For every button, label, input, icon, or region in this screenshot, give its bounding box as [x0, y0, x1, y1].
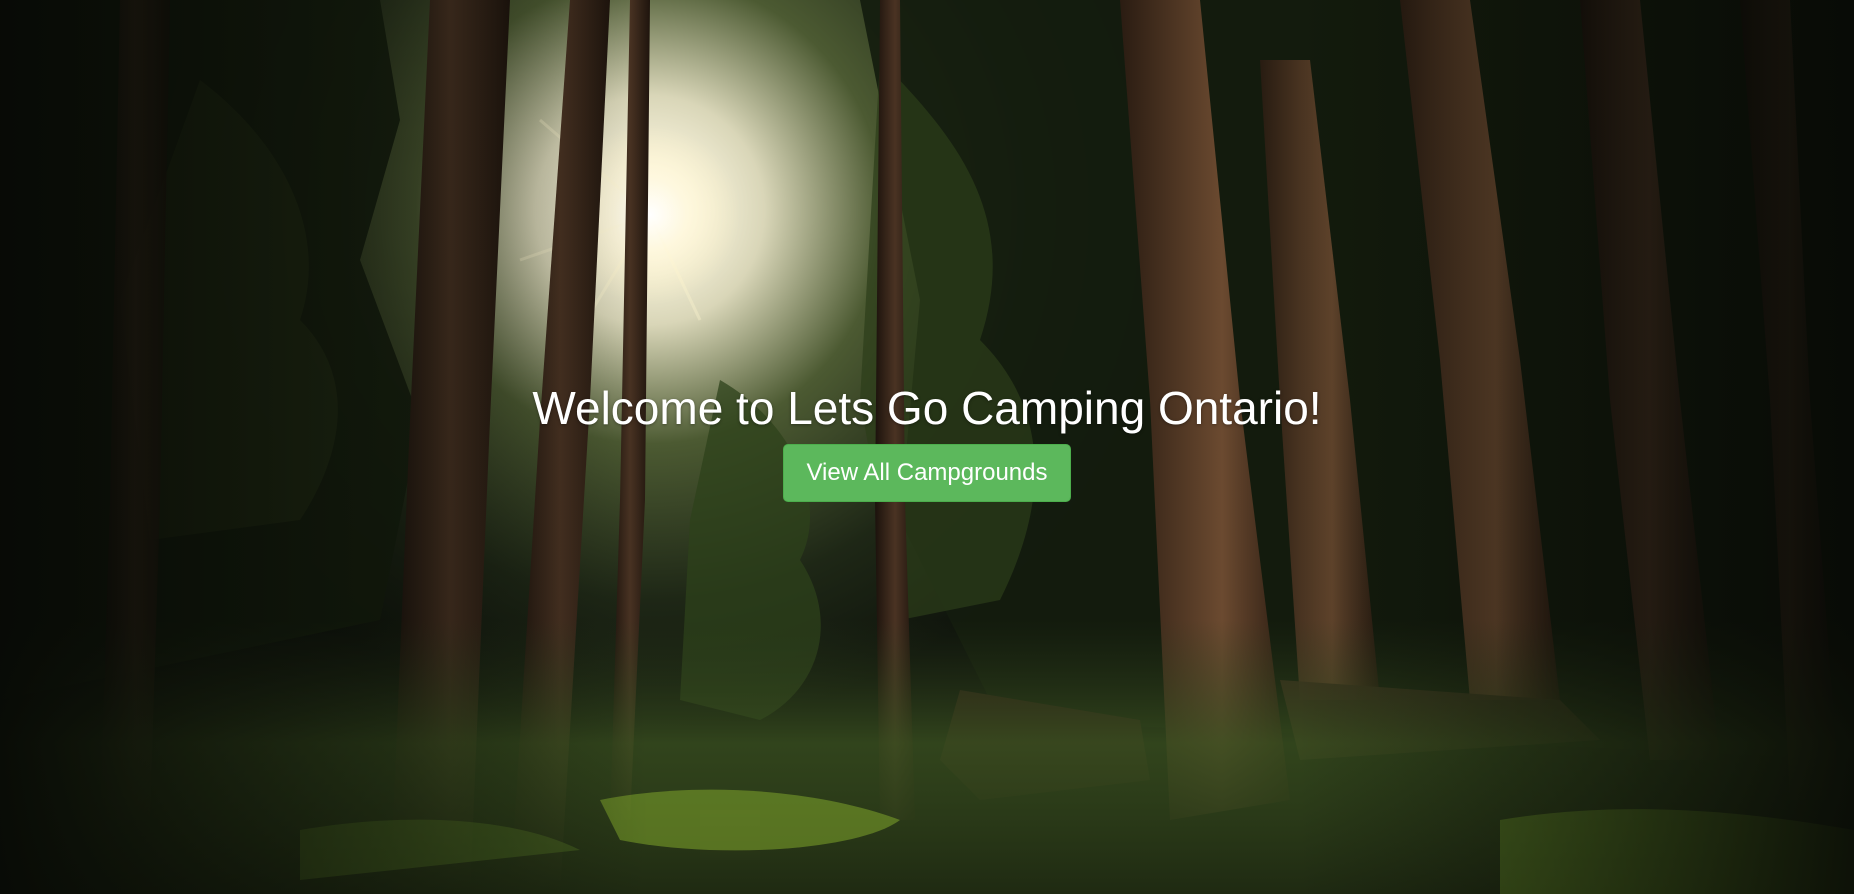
hero-title: Welcome to Lets Go Camping Ontario! — [532, 382, 1322, 434]
landing-hero: Welcome to Lets Go Camping Ontario! View… — [0, 0, 1854, 894]
view-all-campgrounds-button[interactable]: View All Campgrounds — [783, 444, 1071, 502]
hero-content: Welcome to Lets Go Camping Ontario! View… — [0, 378, 1854, 502]
